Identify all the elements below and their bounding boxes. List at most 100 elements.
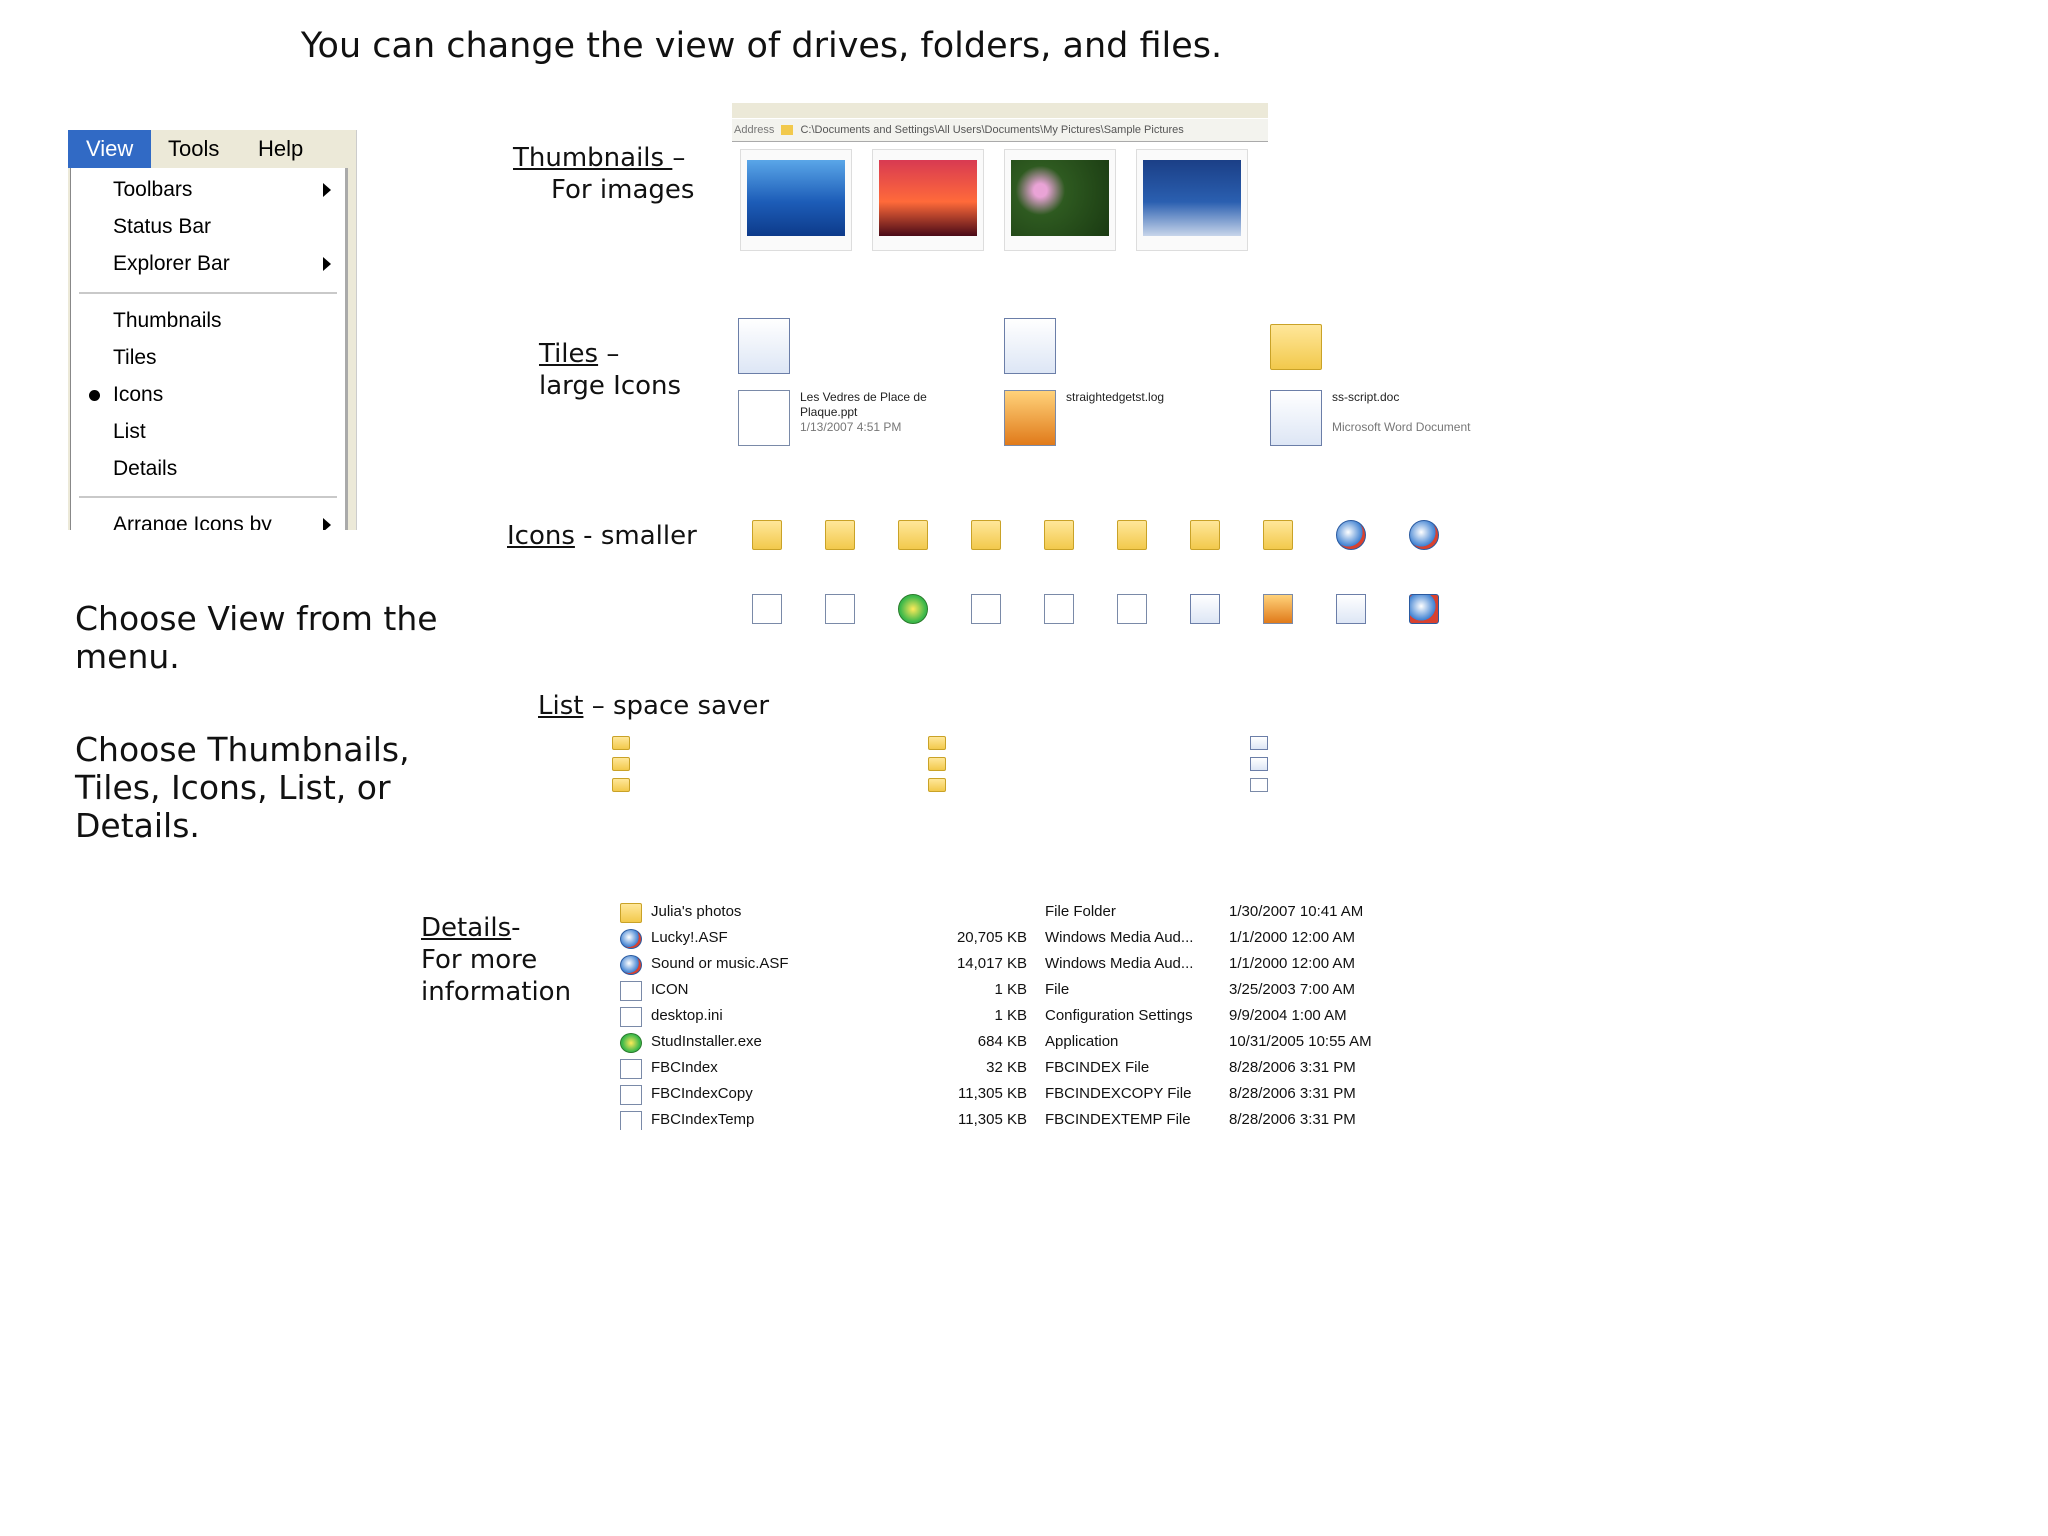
word-document-icon (1190, 594, 1220, 624)
file-icon (620, 1085, 642, 1105)
word-document-icon (1004, 318, 1056, 374)
menu-view[interactable]: View (68, 130, 152, 168)
menu-item-status-bar[interactable]: Status Bar (113, 215, 211, 239)
icon-item[interactable] (1170, 594, 1240, 624)
icon-item[interactable] (1170, 520, 1240, 550)
folder-icon (752, 520, 782, 550)
icon-item[interactable] (732, 594, 802, 624)
icon-item[interactable] (1097, 594, 1167, 624)
table-row[interactable]: Lucky!.ASF 20,705 KB Windows Media Aud..… (615, 926, 1407, 952)
winter-image (1143, 160, 1241, 236)
blue-hills-image (747, 160, 845, 236)
folder-icon (781, 125, 794, 136)
folder-icon (1044, 520, 1074, 550)
list-item[interactable] (612, 777, 634, 792)
word-document-icon (1250, 756, 1268, 771)
folder-icon (928, 756, 946, 771)
folder-icon (928, 777, 946, 792)
icon-item[interactable] (1316, 594, 1386, 624)
folder-icon (825, 520, 855, 550)
table-row[interactable]: ICON 1 KB File 3/25/2003 7:00 AM (615, 978, 1407, 1004)
media-file-icon (1409, 520, 1439, 550)
thumbnails-view-panel: Address C:\Documents and Settings\All Us… (732, 103, 1268, 273)
shortcut-icon (1250, 777, 1268, 792)
list-item[interactable] (1250, 735, 1272, 750)
menu-item-list[interactable]: List (113, 420, 146, 444)
icon-item[interactable] (1243, 594, 1313, 624)
word-document-icon (1250, 735, 1268, 750)
thumbnail-blue-hills[interactable] (740, 149, 852, 251)
menu-tools[interactable]: Tools (168, 130, 219, 168)
icon-item[interactable] (1097, 520, 1167, 550)
list-item[interactable] (612, 756, 634, 771)
folder-icon (928, 735, 946, 750)
file-icon (1117, 594, 1147, 624)
icons-name: Icons (507, 521, 575, 551)
icon-item[interactable] (1243, 520, 1313, 550)
folder-icon (612, 777, 630, 792)
icon-item[interactable] (951, 520, 1021, 550)
icon-item[interactable] (1389, 594, 1459, 624)
list-item[interactable] (1250, 756, 1272, 771)
media-file-icon (620, 929, 642, 949)
installer-icon (898, 594, 928, 624)
details-desc: For more information (421, 945, 572, 1007)
tiles-view-panel: Les Vedres de Place de Plaque.ppt 1/13/2… (738, 318, 1538, 466)
list-name: List (538, 691, 584, 721)
submenu-arrow-icon (323, 518, 331, 530)
thumbnail-water-lilies[interactable] (1004, 149, 1116, 251)
tiles-label: Tiles – large Icons (539, 339, 682, 401)
media-file-icon (620, 955, 642, 975)
thumbnail-sunset[interactable] (872, 149, 984, 251)
tiles-name: Tiles (539, 339, 599, 369)
icon-item[interactable] (805, 520, 875, 550)
icon-item[interactable] (732, 520, 802, 550)
table-row[interactable]: desktop.ini 1 KB Configuration Settings … (615, 1004, 1407, 1030)
list-label: List – space saver (538, 691, 770, 721)
list-item[interactable] (1250, 777, 1272, 792)
menu-help[interactable]: Help (258, 130, 303, 168)
list-item[interactable] (928, 735, 950, 750)
icon-item[interactable] (1316, 520, 1386, 550)
details-name: Details (421, 913, 512, 943)
table-row[interactable]: FBCIndexCopy 11,305 KB FBCINDEXCOPY File… (615, 1082, 1407, 1108)
tiles-desc: large Icons (539, 371, 682, 401)
table-row[interactable]: Julia's photos File Folder 1/30/2007 10:… (615, 900, 1407, 926)
icon-item[interactable] (1389, 520, 1459, 550)
icon-item[interactable] (1024, 594, 1094, 624)
menu-item-thumbnails[interactable]: Thumbnails (113, 309, 222, 333)
view-dropdown: Toolbars Status Bar Explorer Bar Thumbna… (70, 168, 348, 530)
menu-item-arrange-icons[interactable]: Arrange Icons by (113, 513, 272, 530)
list-item[interactable] (612, 735, 634, 750)
table-row[interactable]: Sound or music.ASF 14,017 KB Windows Med… (615, 952, 1407, 978)
list-item[interactable] (928, 777, 950, 792)
address-bar[interactable]: Address C:\Documents and Settings\All Us… (732, 119, 1268, 142)
list-item[interactable] (928, 756, 950, 771)
icon-item[interactable] (951, 594, 1021, 624)
folder-icon (620, 903, 642, 923)
folder-shortcut-icon (1270, 324, 1322, 370)
menu-item-tiles[interactable]: Tiles (113, 346, 157, 370)
thumbnail-winter[interactable] (1136, 149, 1248, 251)
icon-item[interactable] (805, 594, 875, 624)
icons-label: Icons - smaller (507, 521, 697, 551)
table-row[interactable]: StudInstaller.exe 684 KB Application 10/… (615, 1030, 1407, 1056)
icon-item[interactable] (1024, 520, 1094, 550)
menu-item-explorer-bar[interactable]: Explorer Bar (113, 252, 230, 276)
list-desc: space saver (612, 691, 770, 721)
icon-item[interactable] (878, 520, 948, 550)
media-file-icon (1336, 520, 1366, 550)
word-document-icon (738, 318, 790, 374)
file-icon (971, 594, 1001, 624)
details-view-panel: Julia's photos File Folder 1/30/2007 10:… (615, 888, 1407, 1130)
menu-item-toolbars[interactable]: Toolbars (113, 178, 192, 202)
thumbnails-desc: For images (551, 175, 695, 205)
menu-item-details[interactable]: Details (113, 457, 177, 481)
table-row[interactable]: FBCIndexTemp 11,305 KB FBCINDEXTEMP File… (615, 1108, 1407, 1130)
table-row[interactable]: FBCIndex 32 KB FBCINDEX File 8/28/2006 3… (615, 1056, 1407, 1082)
instruction-view: Choose View from the menu. (75, 599, 438, 676)
icon-item[interactable] (878, 594, 948, 624)
folder-icon (898, 520, 928, 550)
menu-item-icons[interactable]: Icons (113, 383, 163, 407)
folder-icon (1263, 520, 1293, 550)
